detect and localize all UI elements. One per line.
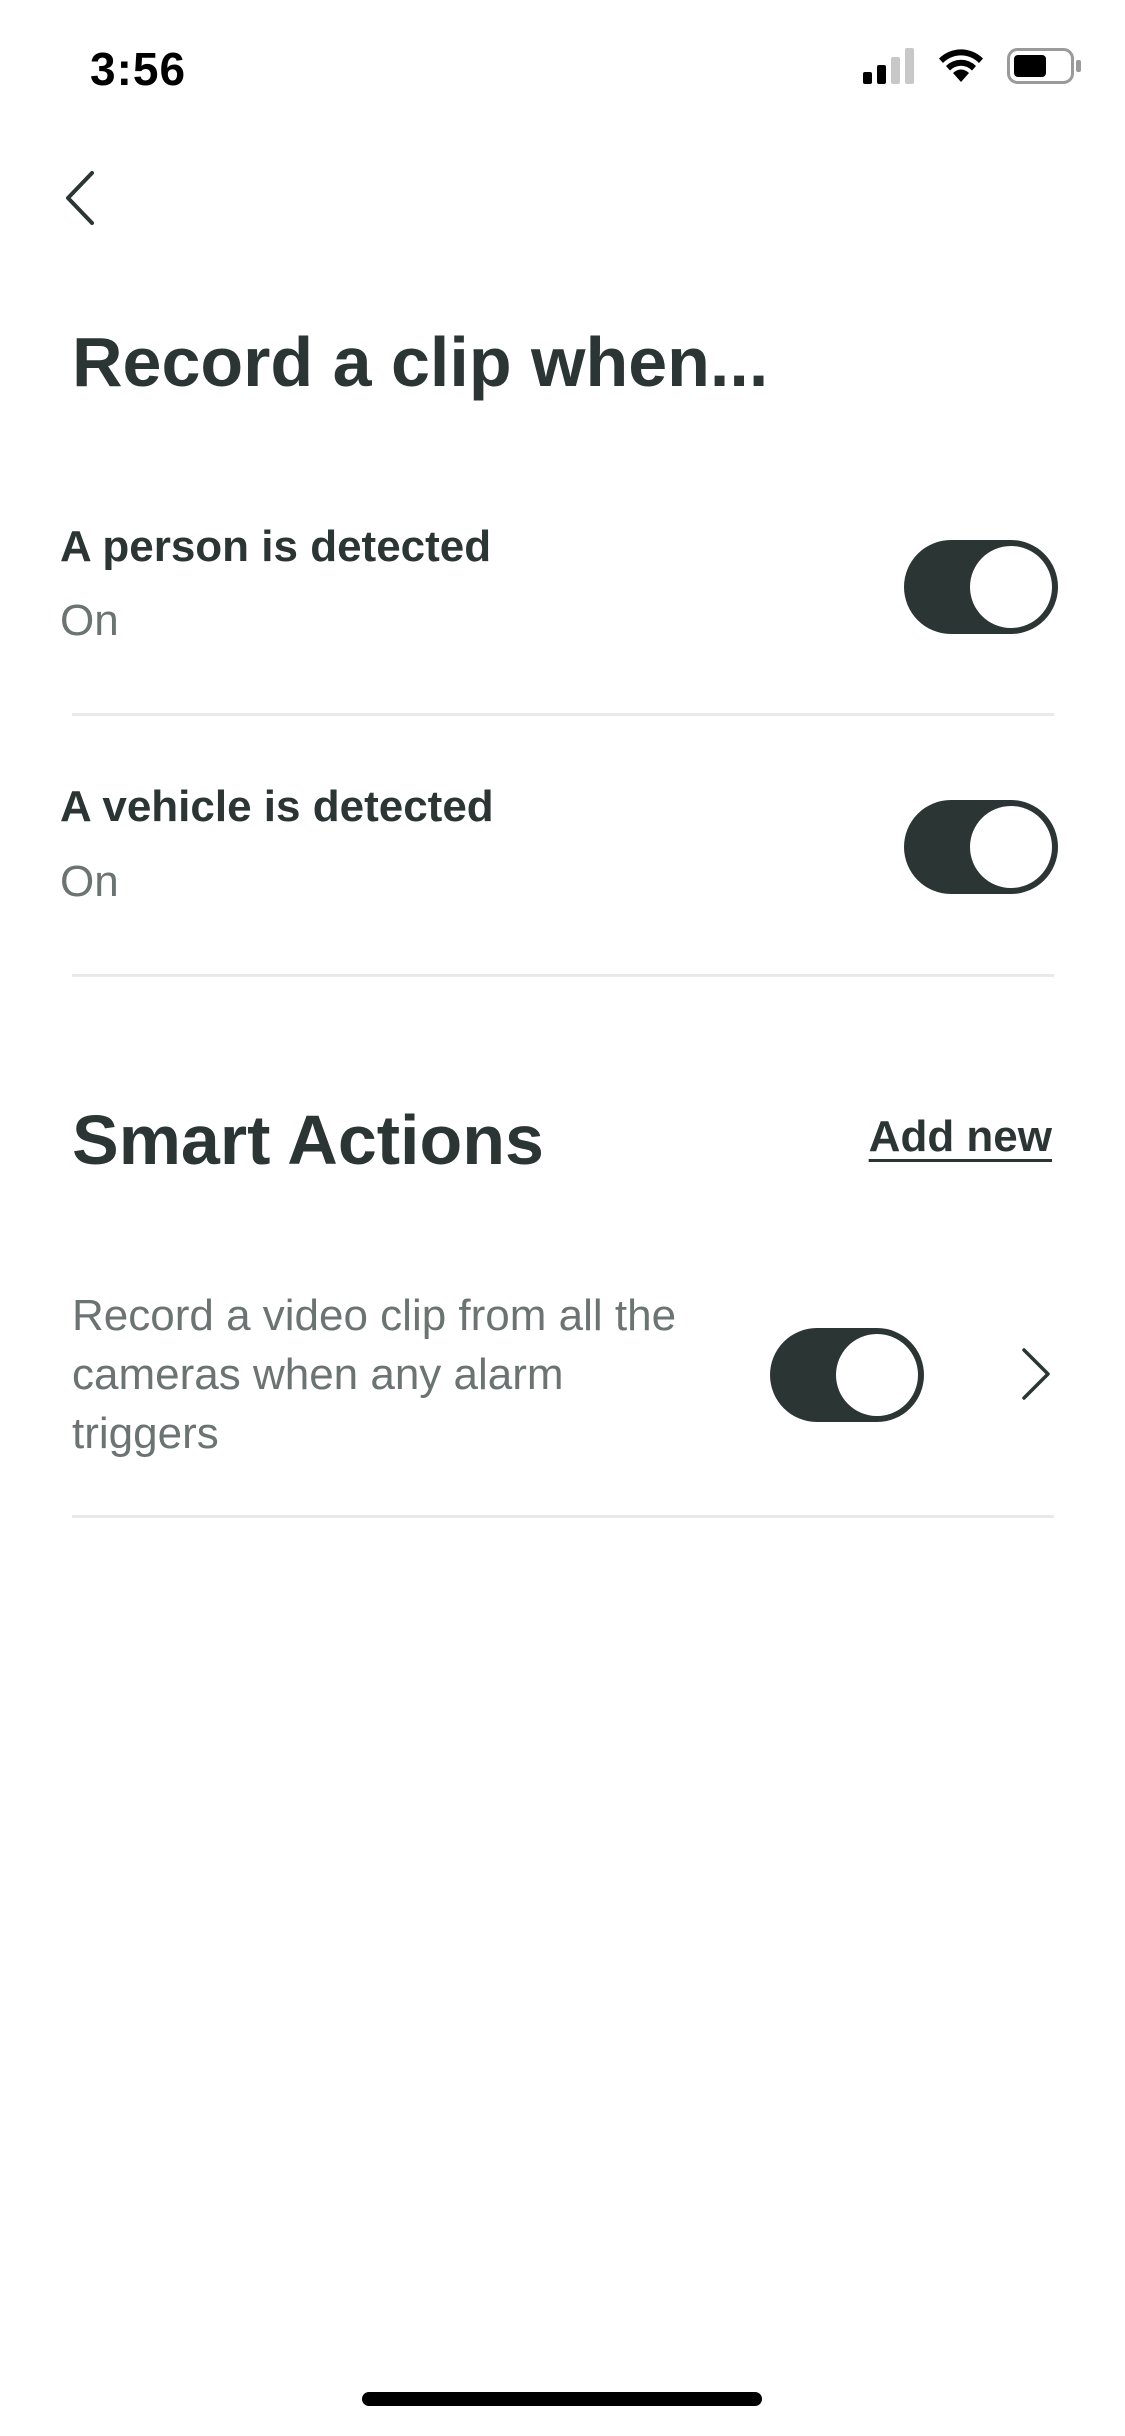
setting-label: A vehicle is detected	[60, 782, 494, 831]
home-indicator[interactable]	[362, 2392, 762, 2406]
toggle-knob	[836, 1334, 918, 1416]
setting-status: On	[60, 596, 119, 645]
vehicle-detection-toggle[interactable]	[904, 800, 1058, 894]
page-title: Record a clip when...	[72, 323, 769, 401]
status-icons	[863, 48, 1083, 89]
smart-action-description: Record a video clip from all the cameras…	[72, 1291, 677, 1458]
section-title-smart-actions: Smart Actions	[72, 1101, 544, 1179]
setting-status: On	[60, 857, 119, 906]
battery-icon	[1007, 48, 1083, 89]
add-new-link[interactable]: Add new	[869, 1112, 1052, 1162]
status-time: 3:56	[90, 43, 187, 95]
setting-label: A person is detected	[60, 522, 492, 571]
person-detection-toggle[interactable]	[904, 540, 1058, 634]
cellular-signal-icon	[863, 48, 915, 89]
divider	[72, 1515, 1054, 1518]
chevron-left-icon	[66, 171, 94, 225]
divider	[72, 713, 1054, 716]
smart-action-toggle[interactable]	[770, 1328, 924, 1422]
toggle-knob	[970, 806, 1052, 888]
back-button[interactable]	[58, 165, 108, 231]
smart-action-detail-button[interactable]	[1018, 1346, 1054, 1402]
chevron-right-icon	[1022, 1348, 1050, 1400]
status-bar: 3:56	[0, 0, 1125, 132]
wifi-icon	[937, 48, 985, 89]
divider	[72, 974, 1054, 977]
toggle-knob	[970, 546, 1052, 628]
